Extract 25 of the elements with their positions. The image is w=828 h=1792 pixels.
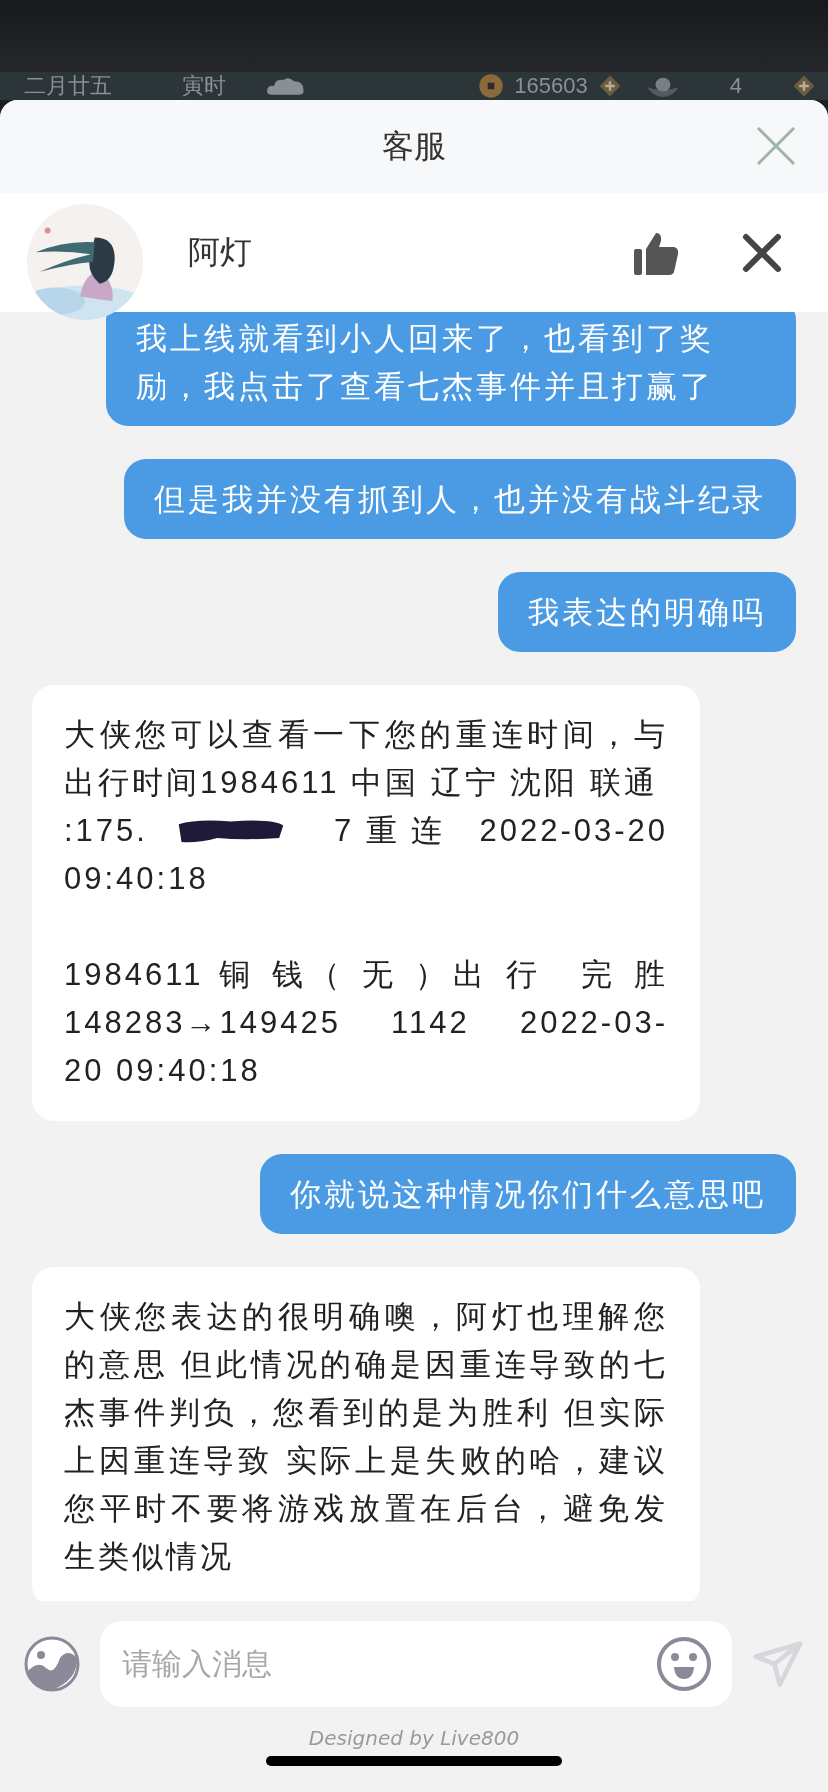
- message-text: 但是我并没有抓到人，也并没有战斗纪录: [154, 481, 766, 517]
- agent-name: 阿灯: [188, 231, 252, 273]
- emoji-icon[interactable]: [656, 1635, 712, 1692]
- game-date: 二月廿五: [24, 73, 112, 99]
- message-text: 你就说这种情况你们什么意思吧: [290, 1176, 766, 1212]
- plus-icon[interactable]: [597, 74, 622, 98]
- message-text: :175.: [64, 812, 148, 850]
- close-icon[interactable]: [742, 232, 782, 273]
- message-input-field[interactable]: 请输入消息: [100, 1620, 732, 1707]
- footer-credit: Designed by Live800: [308, 1726, 520, 1750]
- game-hour: 寅时: [182, 73, 226, 99]
- message-text: 大侠您可以查看一下您的重连时间，与出行时间1984611 中国 辽宁 沈阳 联通: [64, 717, 668, 800]
- plus-icon[interactable]: [792, 74, 816, 98]
- coin-icon: [478, 73, 505, 99]
- ingot-count: 4: [729, 73, 742, 99]
- image-icon[interactable]: [24, 1635, 80, 1692]
- message-text: 7 重 连 2022-03-20: [333, 812, 668, 850]
- message-text: 09:40:18: [64, 861, 209, 896]
- message-text: 我表达的明确吗: [528, 594, 766, 630]
- cloud-icon: [266, 75, 306, 97]
- message-text: 1984611 铜 钱（ 无 ）出 行 完 胜 148283→149425 1142 2022-03-20 09:40:18: [64, 957, 668, 1088]
- message-text: 我上线就看到小人回来了，也看到了奖励，我点击了查看七杰事件并且打赢了: [136, 320, 714, 404]
- sheet-title: 客服: [382, 125, 446, 167]
- coin-count: 165603: [514, 73, 588, 99]
- message-text: 大侠您表达的很明确噢，阿灯也理解您的意思 但此情况的确是因重连导致的七杰事件判负，您看到的是为胜利 但实际上因重连导致 实际上是失败的哈，建议您平时不要将游戏放置在后台，避免发生类似情况: [64, 1299, 668, 1574]
